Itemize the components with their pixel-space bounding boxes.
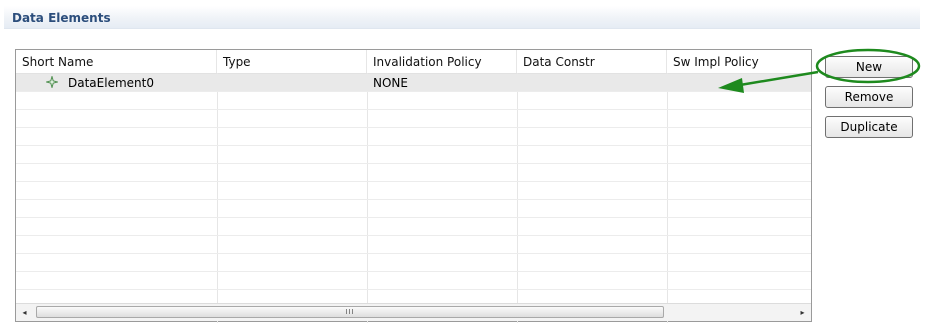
scroll-left-arrow-icon[interactable]: ◂ [16, 304, 33, 321]
duplicate-button[interactable]: Duplicate [825, 116, 913, 138]
column-header-short-name[interactable]: Short Name [16, 50, 217, 73]
scroll-right-arrow-icon[interactable]: ▸ [794, 304, 811, 321]
table-row[interactable]: DataElement0 NONE [16, 74, 811, 92]
empty-row [16, 92, 811, 110]
section-title: Data Elements [12, 11, 111, 25]
cell-invalidation-policy: NONE [373, 76, 408, 90]
data-element-icon [46, 76, 58, 88]
remove-button[interactable]: Remove [825, 86, 913, 108]
horizontal-scrollbar[interactable]: ◂ III ▸ [16, 303, 811, 321]
section-header: Data Elements [4, 6, 920, 29]
new-button[interactable]: New [825, 56, 913, 78]
empty-row [16, 272, 811, 290]
empty-row [16, 254, 811, 272]
column-header-data-constr[interactable]: Data Constr [517, 50, 667, 73]
empty-row [16, 110, 811, 128]
cell-sw-impl-policy [667, 74, 673, 92]
column-header-invalidation-policy[interactable]: Invalidation Policy [367, 50, 517, 73]
empty-row [16, 218, 811, 236]
scrollbar-thumb[interactable]: III [36, 306, 664, 318]
empty-row [16, 200, 811, 218]
cell-data-constr [517, 74, 523, 92]
data-elements-table: Short Name Type Invalidation Policy Data… [15, 49, 812, 323]
empty-row [16, 236, 811, 254]
empty-row [16, 128, 811, 146]
empty-row [16, 290, 811, 304]
column-header-sw-impl-policy[interactable]: Sw Impl Policy [667, 50, 811, 73]
cell-short-name: DataElement0 [68, 76, 154, 90]
empty-row [16, 146, 811, 164]
cell-type [217, 74, 223, 92]
table-header: Short Name Type Invalidation Policy Data… [16, 50, 811, 74]
empty-row [16, 164, 811, 182]
empty-row [16, 182, 811, 200]
column-header-type[interactable]: Type [217, 50, 367, 73]
